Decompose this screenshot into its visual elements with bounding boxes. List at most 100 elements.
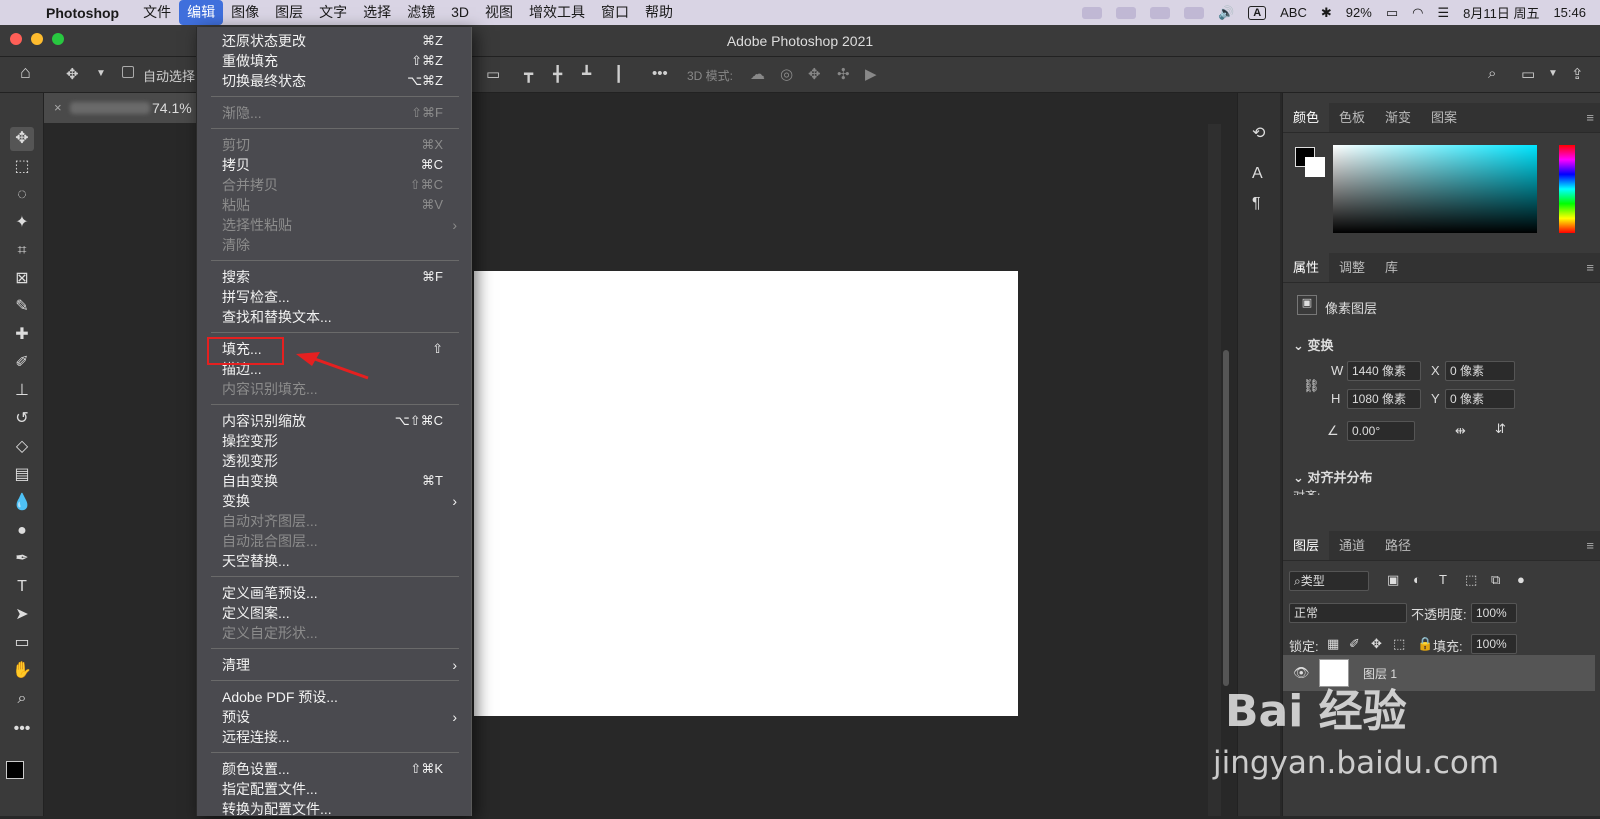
tab-channels[interactable]: 通道 bbox=[1329, 531, 1375, 560]
menubar-item[interactable]: 文字 bbox=[311, 0, 355, 25]
lock-position-icon[interactable]: ✥ bbox=[1371, 636, 1382, 652]
battery-label[interactable]: 92% bbox=[1346, 5, 1372, 20]
chevron-down-icon[interactable]: ▼ bbox=[96, 68, 106, 79]
marquee-tool-icon[interactable]: ⬚ bbox=[10, 155, 34, 179]
menu-item[interactable]: 预设 › bbox=[197, 707, 473, 727]
menubar-item[interactable]: 文件 bbox=[135, 0, 179, 25]
menu-item[interactable]: 内容识别缩放 ⌥⇧⌘C bbox=[197, 411, 473, 431]
status-icon-4[interactable] bbox=[1184, 6, 1204, 19]
height-input[interactable]: 1080 像素 bbox=[1347, 389, 1421, 409]
fill-input[interactable]: 100% bbox=[1471, 634, 1517, 654]
tab-gradients[interactable]: 渐变 bbox=[1375, 103, 1421, 132]
filter-toggle-icon[interactable]: ● bbox=[1517, 572, 1525, 587]
hue-slider[interactable] bbox=[1559, 145, 1575, 233]
menubar-item[interactable]: 窗口 bbox=[593, 0, 637, 25]
menu-item[interactable]: 操控变形 bbox=[197, 431, 473, 451]
tab-layers[interactable]: 图层 bbox=[1283, 531, 1330, 560]
share-icon[interactable]: ⇪ bbox=[1571, 65, 1584, 83]
lock-transparent-icon[interactable]: ▦ bbox=[1327, 636, 1339, 652]
history-panel-icon[interactable]: ⟲ bbox=[1252, 123, 1265, 143]
hand-tool-icon[interactable]: ✋ bbox=[10, 659, 34, 683]
menu-item[interactable]: 颜色设置... ⇧⌘K bbox=[197, 759, 473, 779]
document-tab[interactable]: × 74.1% bbox=[44, 93, 199, 123]
link-icon[interactable]: ⛓ bbox=[1303, 378, 1320, 394]
path-selection-tool-icon[interactable]: ➤ bbox=[10, 603, 34, 627]
filter-adjustment-icon[interactable]: ◐ bbox=[1413, 572, 1421, 587]
blend-mode-select[interactable]: 正常 bbox=[1289, 603, 1407, 623]
pen-tool-icon[interactable]: ✒ bbox=[10, 547, 34, 571]
tab-libraries[interactable]: 库 bbox=[1375, 253, 1408, 282]
flip-vertical-icon[interactable]: ⇵ bbox=[1495, 421, 1506, 437]
color-panel-menu-icon[interactable]: ≡ bbox=[1586, 103, 1594, 133]
tab-properties[interactable]: 属性 bbox=[1283, 253, 1330, 282]
align-bottom-icon[interactable]: ┻ bbox=[582, 65, 591, 83]
magic-wand-tool-icon[interactable]: ✦ bbox=[10, 211, 34, 235]
frame-tool-icon[interactable]: ⊠ bbox=[10, 267, 34, 291]
healing-tool-icon[interactable]: ✚ bbox=[10, 323, 34, 347]
distribute-icon[interactable]: ┃ bbox=[614, 65, 623, 83]
menubar-item[interactable]: 视图 bbox=[477, 0, 521, 25]
time-label[interactable]: 15:46 bbox=[1553, 5, 1586, 20]
menu-item[interactable]: 查找和替换文本... bbox=[197, 307, 473, 327]
auto-select-checkbox[interactable] bbox=[122, 66, 134, 78]
tab-swatches[interactable]: 色板 bbox=[1329, 103, 1375, 132]
menu-item[interactable]: 变换 › bbox=[197, 491, 473, 511]
zoom-tool-icon[interactable]: ⌕ bbox=[10, 687, 34, 711]
lock-image-icon[interactable]: ✐ bbox=[1349, 636, 1360, 652]
status-icon-1[interactable] bbox=[1082, 6, 1102, 19]
menubar-item[interactable]: 选择 bbox=[355, 0, 399, 25]
stamp-tool-icon[interactable]: ⊥ bbox=[10, 379, 34, 403]
flip-horizontal-icon[interactable]: ⇹ bbox=[1455, 423, 1466, 439]
status-icon-3[interactable] bbox=[1150, 6, 1170, 19]
lasso-tool-icon[interactable]: ◌ bbox=[10, 183, 34, 207]
scrollbar-thumb[interactable] bbox=[1223, 350, 1229, 686]
3d-pan-icon[interactable]: ✥ bbox=[808, 65, 821, 83]
home-icon[interactable]: ⌂ bbox=[20, 62, 31, 83]
tab-patterns[interactable]: 图案 bbox=[1421, 103, 1467, 132]
character-panel-icon[interactable]: A bbox=[1252, 165, 1263, 183]
bg-color-chip[interactable] bbox=[1305, 157, 1325, 177]
align-icon-1[interactable]: ▭ bbox=[486, 65, 500, 83]
3d-slide-icon[interactable]: ✣ bbox=[837, 65, 850, 83]
workspace-chevron-icon[interactable]: ▼ bbox=[1548, 68, 1558, 79]
menubar-item[interactable]: 帮助 bbox=[637, 0, 681, 25]
filter-smart-object-icon[interactable]: ⧉ bbox=[1491, 572, 1500, 588]
align-middle-icon[interactable]: ╋ bbox=[553, 65, 562, 83]
menu-item[interactable]: 重做填充 ⇧⌘Z bbox=[197, 51, 473, 71]
volume-icon[interactable]: 🔊 bbox=[1218, 5, 1234, 21]
3d-roll-icon[interactable]: ◎ bbox=[780, 65, 793, 83]
align-top-icon[interactable]: ┳ bbox=[524, 65, 533, 83]
crop-tool-icon[interactable]: ⌗ bbox=[10, 239, 34, 263]
menu-item[interactable]: 透视变形 bbox=[197, 451, 473, 471]
move-tool-icon[interactable]: ✥ bbox=[10, 127, 34, 151]
color-picker-field[interactable] bbox=[1333, 145, 1537, 233]
eraser-tool-icon[interactable]: ◇ bbox=[10, 435, 34, 459]
x-input[interactable]: 0 像素 bbox=[1445, 361, 1515, 381]
menu-item[interactable]: Adobe PDF 预设... bbox=[197, 687, 473, 707]
eyedropper-tool-icon[interactable]: ✎ bbox=[10, 295, 34, 319]
type-tool-icon[interactable]: T bbox=[10, 575, 34, 599]
3d-camera-icon[interactable]: ▶ bbox=[865, 65, 877, 83]
menubar-item[interactable]: 编辑 bbox=[179, 0, 224, 25]
transform-header[interactable]: ⌄ 变换 bbox=[1293, 335, 1334, 354]
menu-item[interactable]: 自由变换 ⌘T bbox=[197, 471, 473, 491]
battery-icon[interactable]: ▭ bbox=[1386, 5, 1398, 21]
paragraph-panel-icon[interactable]: ¶ bbox=[1252, 195, 1261, 213]
wifi-icon[interactable]: ◠ bbox=[1412, 5, 1423, 21]
menu-item[interactable]: 定义图案... bbox=[197, 603, 473, 623]
tab-color[interactable]: 颜色 bbox=[1283, 103, 1330, 132]
tab-paths[interactable]: 路径 bbox=[1375, 531, 1421, 560]
angle-input[interactable]: 0.00° bbox=[1347, 421, 1415, 441]
more-tools-icon[interactable]: ••• bbox=[10, 717, 34, 741]
align-header[interactable]: ⌄ 对齐并分布 bbox=[1293, 467, 1373, 486]
menubar-item[interactable]: 图层 bbox=[267, 0, 311, 25]
brush-tool-icon[interactable]: ✐ bbox=[10, 351, 34, 375]
menubar-item[interactable]: 图像 bbox=[223, 0, 267, 25]
search-icon[interactable]: ⌕ bbox=[1488, 65, 1496, 82]
rectangle-tool-icon[interactable]: ▭ bbox=[10, 631, 34, 655]
history-brush-tool-icon[interactable]: ↺ bbox=[10, 407, 34, 431]
app-menu[interactable]: Photoshop bbox=[46, 5, 119, 21]
layer-filter-select[interactable]: ⌕类型 bbox=[1289, 571, 1369, 591]
properties-panel-menu-icon[interactable]: ≡ bbox=[1586, 253, 1594, 283]
input-method-icon[interactable]: A bbox=[1248, 5, 1267, 20]
